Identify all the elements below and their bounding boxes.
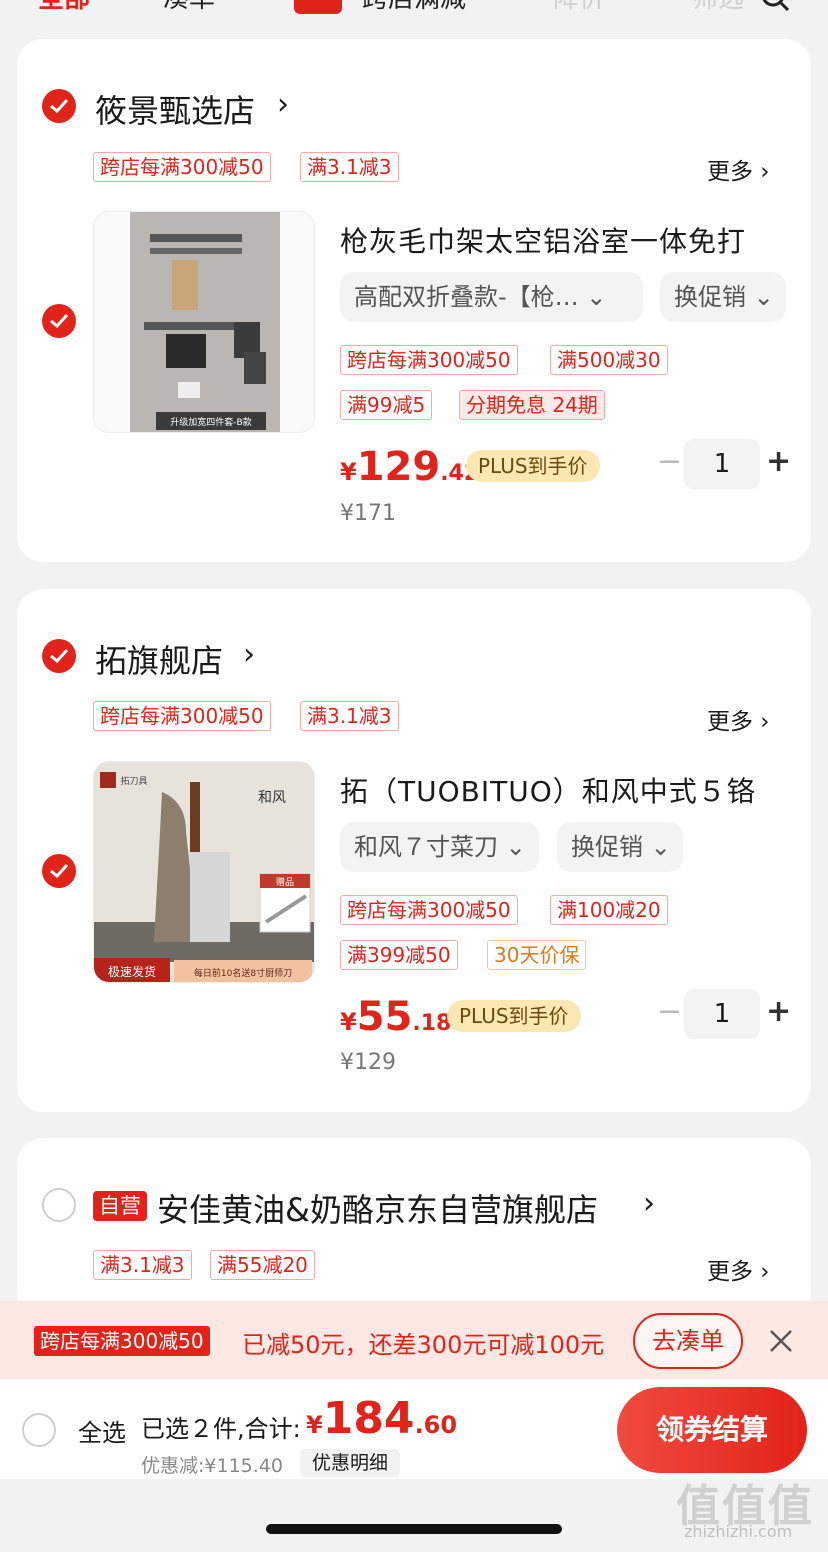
select-all-label[interactable]: 全选 — [78, 1413, 126, 1448]
towel-rack-image: 升级加宽四件套-B款 — [130, 212, 280, 432]
item-promo-tag: 满399减50 — [340, 940, 458, 970]
shop-card-3: 自营 安佳黄油&奶酪京东自营旗舰店 › 满3.1减3 满55减20 更多 › — [17, 1138, 811, 1318]
item-promo-tag: 满99减5 — [340, 390, 433, 420]
item-promo-tag: 满500减30 — [550, 345, 668, 375]
svg-text:和风: 和风 — [258, 790, 286, 806]
shop-promo-tag: 跨店每满300减50 — [93, 152, 271, 182]
select-all-checkbox[interactable] — [22, 1413, 56, 1447]
check-icon — [50, 648, 69, 664]
item-price: ¥55.18 — [340, 994, 452, 1040]
qty-minus-button[interactable]: − — [657, 994, 682, 1029]
item-promo-tag: 跨店每满300减50 — [340, 895, 518, 925]
cross-store-promo-bar: 跨店每满300减50 已减50元，还差300元可减100元 去凑单 — [0, 1301, 828, 1379]
shop-checkbox-checked[interactable] — [42, 89, 76, 123]
shop-card-1: 筱景甄选店 › 跨店每满300减50 满3.1减3 更多 › 升级加宽四件套-B… — [17, 39, 811, 562]
item-promo-tag: 跨店每满300减50 — [340, 345, 518, 375]
svg-text:每日前10名送8寸厨师刀: 每日前10名送8寸厨师刀 — [194, 967, 292, 979]
tab-cross-store[interactable]: 跨店满减 — [362, 0, 466, 15]
checkout-bar: 全选 已选２件,合计: ¥184.60 优惠减:¥115.40 优惠明细 领券结… — [0, 1379, 828, 1479]
plus-price-badge: PLUS到手价 — [466, 450, 600, 482]
shop-promo-tag: 满3.1减3 — [300, 152, 399, 182]
product-title[interactable]: 拓（TUOBITUO）和风中式５铬 — [340, 770, 756, 810]
checkout-button[interactable]: 领券结算 — [617, 1387, 807, 1473]
more-link[interactable]: 更多 › — [707, 152, 770, 186]
shop-name[interactable]: 拓旗舰店 — [95, 636, 223, 682]
shop-card-2: 拓旗舰店 › 跨店每满300减50 满3.1减3 更多 › 赠品 拓刀具 和风 … — [17, 589, 811, 1112]
product-image-towel-rack[interactable]: 升级加宽四件套-B款 — [93, 211, 315, 433]
shop-name[interactable]: 筱景甄选店 — [95, 86, 255, 132]
svg-text:拓刀具: 拓刀具 — [120, 775, 147, 787]
self-operated-badge: 自营 — [93, 1191, 147, 1221]
check-icon — [50, 863, 69, 879]
knife-image: 赠品 拓刀具 和风 极速发货 每日前10名送8寸厨师刀 — [94, 762, 314, 982]
spec-selector[interactable]: 和风７寸菜刀 ⌄ — [340, 822, 539, 872]
qty-value[interactable]: 1 — [684, 439, 760, 489]
promo-selector[interactable]: 换促销 ⌄ — [557, 822, 683, 872]
svg-text:升级加宽四件套-B款: 升级加宽四件套-B款 — [170, 416, 251, 428]
qty-minus-button[interactable]: − — [657, 444, 682, 479]
selected-count-text: 已选２件,合计: — [141, 1415, 301, 1443]
tab-filter[interactable]: 筛选 — [692, 0, 744, 15]
total-price: ¥184.60 — [306, 1393, 458, 1444]
shop-promo-tag: 满3.1减3 — [300, 701, 399, 731]
home-indicator — [266, 1524, 562, 1534]
product-title[interactable]: 枪灰毛巾架太空铝浴室一体免打 — [340, 220, 746, 260]
top-tab-strip: 全部 凑单 跨店满减 降价 筛选 — [0, 0, 828, 24]
watermark-url: zhizhizhi.com — [684, 1522, 793, 1541]
chevron-right-icon[interactable]: › — [277, 87, 289, 122]
shop-promo-tag: 满3.1减3 — [93, 1250, 192, 1280]
item-checkbox-checked[interactable] — [42, 304, 76, 338]
shop-checkbox-checked[interactable] — [42, 639, 76, 673]
promo-bar-text: 已减50元，还差300元可减100元 — [242, 1331, 605, 1359]
chevron-right-icon[interactable]: › — [243, 637, 255, 672]
shop-promo-tag: 跨店每满300减50 — [93, 701, 271, 731]
discount-detail-button[interactable]: 优惠明细 — [300, 1449, 401, 1477]
spec-selector[interactable]: 高配双折叠款-【枪… ⌄ — [340, 272, 643, 322]
add-on-button[interactable]: 去凑单 — [633, 1313, 743, 1369]
svg-text:极速发货: 极速发货 — [108, 964, 156, 979]
installment-tag: 分期免息 24期 — [459, 390, 605, 420]
tab-promo-badge — [294, 0, 342, 14]
shop-name[interactable]: 安佳黄油&奶酪京东自营旗舰店 — [157, 1185, 598, 1231]
svg-text:赠品: 赠品 — [276, 876, 294, 888]
qty-plus-button[interactable]: + — [766, 444, 791, 479]
more-link[interactable]: 更多 › — [707, 702, 770, 736]
qty-plus-button[interactable]: + — [766, 994, 791, 1029]
check-icon — [50, 98, 69, 114]
original-price: ¥129 — [340, 1050, 396, 1075]
shop-promo-tag: 满55减20 — [210, 1250, 315, 1280]
tab-all[interactable]: 全部 — [38, 0, 90, 15]
promo-bar-tag: 跨店每满300减50 — [34, 1326, 210, 1356]
promo-selector[interactable]: 换促销 ⌄ — [660, 272, 786, 322]
search-icon[interactable] — [760, 0, 790, 12]
item-checkbox-checked[interactable] — [42, 854, 76, 888]
price-protect-tag: 30天价保 — [487, 940, 587, 970]
item-price: ¥129.42 — [340, 444, 480, 490]
discount-amount: 优惠减:¥115.40 — [141, 1455, 283, 1477]
original-price: ¥171 — [340, 501, 396, 526]
close-icon[interactable] — [768, 1328, 794, 1354]
plus-price-badge: PLUS到手价 — [447, 1000, 581, 1032]
product-image-knife[interactable]: 赠品 拓刀具 和风 极速发货 每日前10名送8寸厨师刀 — [93, 761, 315, 983]
check-icon — [50, 313, 69, 329]
tab-coudan[interactable]: 凑单 — [163, 0, 215, 15]
qty-value[interactable]: 1 — [684, 989, 760, 1039]
tab-price-drop[interactable]: 降价 — [553, 0, 605, 15]
shop-checkbox-unchecked[interactable] — [42, 1188, 76, 1222]
chevron-right-icon[interactable]: › — [643, 1186, 655, 1221]
item-promo-tag: 满100减20 — [550, 895, 668, 925]
more-link[interactable]: 更多 › — [707, 1252, 770, 1286]
